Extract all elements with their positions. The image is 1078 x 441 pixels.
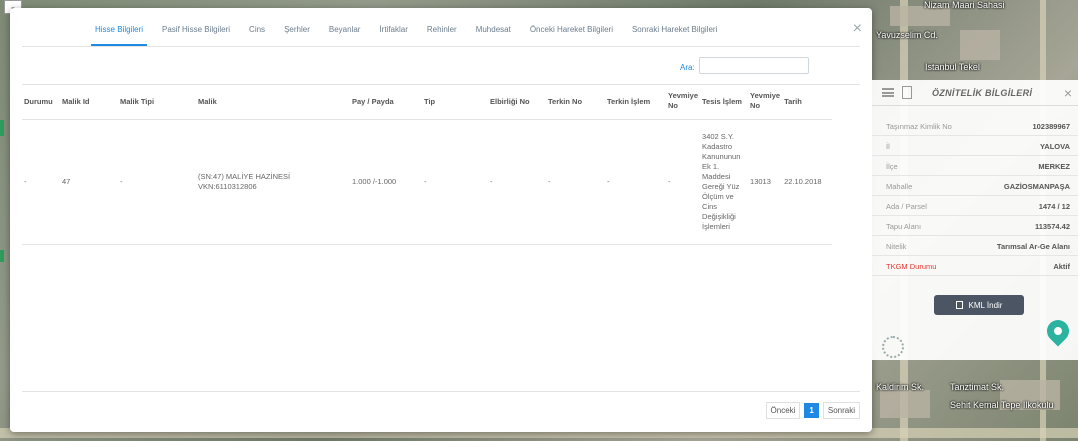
attribute-row: Tapu Alanı 113574.42 bbox=[872, 216, 1078, 236]
column-header[interactable]: Malik bbox=[196, 84, 350, 120]
attribute-key: TKGM Durumu bbox=[886, 262, 937, 271]
attribute-value: 113574.42 bbox=[1034, 222, 1070, 231]
table-header-row: Durumu Malik Id Malik Tipi Malik Pay / P… bbox=[22, 84, 833, 120]
attribute-row: Taşınmaz Kimlik No 102389967 bbox=[872, 116, 1078, 136]
cell-tesis-islem: 3402 S.Y. Kadastro Kanununun Ek 1. Madde… bbox=[700, 119, 749, 245]
map-edge-marker bbox=[0, 250, 4, 262]
cell-malik: (SN:47) MALİYE HAZİNESİ VKN:6110312806 bbox=[196, 119, 350, 245]
attribute-key: Mahalle bbox=[886, 182, 913, 191]
attribute-row: Nitelik Tarımsal Ar-Ge Alanı bbox=[872, 236, 1078, 256]
current-page-button[interactable]: 1 bbox=[804, 403, 819, 418]
document-icon[interactable] bbox=[902, 86, 912, 99]
attribute-key: İl bbox=[886, 142, 890, 151]
attribute-row: TKGM Durumu Aktif bbox=[872, 256, 1078, 276]
tab-serhler[interactable]: Şerhler bbox=[284, 25, 310, 46]
tab-beyanlar[interactable]: Beyanlar bbox=[329, 25, 361, 46]
tab-bar: Hisse Bilgileri Pasif Hisse Bilgileri Ci… bbox=[10, 8, 872, 46]
column-header[interactable]: Yevmiye No bbox=[666, 84, 701, 120]
cell-pay-payda: 1.000 /-1.000 bbox=[350, 119, 422, 245]
panel-header: ÖZNİTELİK BİLGİLERİ × bbox=[872, 80, 1078, 106]
divider bbox=[22, 391, 860, 392]
search-label: Ara: bbox=[680, 63, 695, 72]
map-label: Kaldirim Sk. bbox=[876, 382, 925, 392]
attribute-value: MERKEZ bbox=[1038, 162, 1070, 171]
column-header[interactable]: Malik Id bbox=[60, 84, 118, 120]
column-header[interactable]: Pay / Payda bbox=[350, 84, 422, 120]
attribute-key: Ada / Parsel bbox=[886, 202, 927, 211]
pagination: Önceki 1 Sonraki bbox=[765, 402, 860, 419]
attribute-key: İlçe bbox=[886, 162, 898, 171]
next-page-button[interactable]: Sonraki bbox=[822, 402, 860, 419]
column-header[interactable]: Tarih bbox=[782, 84, 833, 120]
column-header[interactable]: Terkin No bbox=[546, 84, 605, 120]
column-header[interactable]: Tip bbox=[422, 84, 488, 120]
attribute-row: Ada / Parsel 1474 / 12 bbox=[872, 196, 1078, 216]
attribute-value: GAZİOSMANPAŞA bbox=[1003, 182, 1070, 191]
tab-sonraki-hareket-bilgileri[interactable]: Sonraki Hareket Bilgileri bbox=[632, 25, 717, 46]
attribute-value: Aktif bbox=[1053, 262, 1070, 271]
attribute-value: YALOVA bbox=[1039, 142, 1070, 151]
map-label: Yavuzselim Cd. bbox=[876, 30, 938, 40]
attribute-value: 1474 / 12 bbox=[1038, 202, 1070, 211]
download-icon bbox=[955, 301, 963, 309]
close-icon[interactable]: × bbox=[1064, 85, 1072, 101]
attribute-panel: ÖZNİTELİK BİLGİLERİ × Taşınmaz Kimlik No… bbox=[872, 80, 1078, 360]
kml-download-button[interactable]: KML İndir bbox=[934, 295, 1024, 315]
tab-rehinler[interactable]: Rehinler bbox=[427, 25, 457, 46]
panel-title: ÖZNİTELİK BİLGİLERİ bbox=[932, 88, 1033, 98]
attribute-key: Nitelik bbox=[886, 242, 907, 251]
table-row[interactable]: - 47 - (SN:47) MALİYE HAZİNESİ VKN:61103… bbox=[22, 119, 833, 245]
tab-cins[interactable]: Cins bbox=[249, 25, 265, 46]
cell-malik-id: 47 bbox=[60, 119, 118, 245]
attribute-row: İl YALOVA bbox=[872, 136, 1078, 156]
cell-elbirligi-no: - bbox=[488, 119, 546, 245]
cell-tarih: 22.10.2018 bbox=[782, 119, 833, 245]
cell-tip: - bbox=[422, 119, 488, 245]
previous-page-button[interactable]: Önceki bbox=[765, 402, 801, 419]
divider bbox=[22, 46, 860, 47]
attribute-value: 102389967 bbox=[1032, 122, 1070, 131]
map-label: Tanztimat Sk. bbox=[950, 382, 1005, 392]
tab-pasif-hisse-bilgileri[interactable]: Pasif Hisse Bilgileri bbox=[162, 25, 230, 46]
tab-muhdesat[interactable]: Muhdesat bbox=[476, 25, 511, 46]
location-pin-icon[interactable] bbox=[1042, 315, 1074, 347]
attribute-row: İlçe MERKEZ bbox=[872, 156, 1078, 176]
map-label: Nizam Maari Sahasi bbox=[924, 0, 1005, 10]
attribute-key: Taşınmaz Kimlik No bbox=[886, 122, 952, 131]
cell-yevmiye-no: - bbox=[666, 119, 701, 245]
map-label: Istanbul Tekel bbox=[925, 62, 980, 72]
column-header[interactable]: Terkin İşlem bbox=[605, 84, 666, 120]
tab-onceki-hareket-bilgileri[interactable]: Önceki Hareket Bilgileri bbox=[530, 25, 613, 46]
tab-hisse-bilgileri[interactable]: Hisse Bilgileri bbox=[90, 25, 148, 46]
search-input[interactable] bbox=[699, 57, 809, 74]
cell-terkin-no: - bbox=[546, 119, 605, 245]
column-header[interactable]: Tesis İşlem bbox=[700, 84, 749, 120]
compass-icon[interactable] bbox=[882, 336, 904, 358]
hisse-table: Durumu Malik Id Malik Tipi Malik Pay / P… bbox=[22, 84, 833, 245]
column-header[interactable]: Durumu bbox=[22, 84, 60, 120]
cell-durumu: - bbox=[22, 119, 60, 245]
kml-download-label: KML İndir bbox=[968, 300, 1003, 310]
close-icon[interactable]: × bbox=[853, 20, 862, 38]
tab-irtifaklar[interactable]: İrtifaklar bbox=[379, 25, 407, 46]
menu-icon[interactable] bbox=[882, 88, 894, 97]
attribute-value: Tarımsal Ar-Ge Alanı bbox=[996, 242, 1070, 251]
map-edge-marker bbox=[0, 120, 4, 136]
cell-terkin-islem: - bbox=[605, 119, 666, 245]
attribute-row: Mahalle GAZİOSMANPAŞA bbox=[872, 176, 1078, 196]
column-header[interactable]: Malik Tipi bbox=[118, 84, 196, 120]
cell-malik-tipi: - bbox=[118, 119, 196, 245]
column-header[interactable]: Yevmiye No bbox=[748, 84, 783, 120]
attribute-key: Tapu Alanı bbox=[886, 222, 922, 231]
cell-tesis-yevmiye: 13013 bbox=[748, 119, 783, 245]
column-header[interactable]: Elbirliği No bbox=[488, 84, 546, 120]
map-label: Sehit Kemal Tepe Ilkokulu bbox=[950, 400, 1054, 410]
hisse-bilgileri-modal: Hisse Bilgileri Pasif Hisse Bilgileri Ci… bbox=[10, 8, 872, 432]
